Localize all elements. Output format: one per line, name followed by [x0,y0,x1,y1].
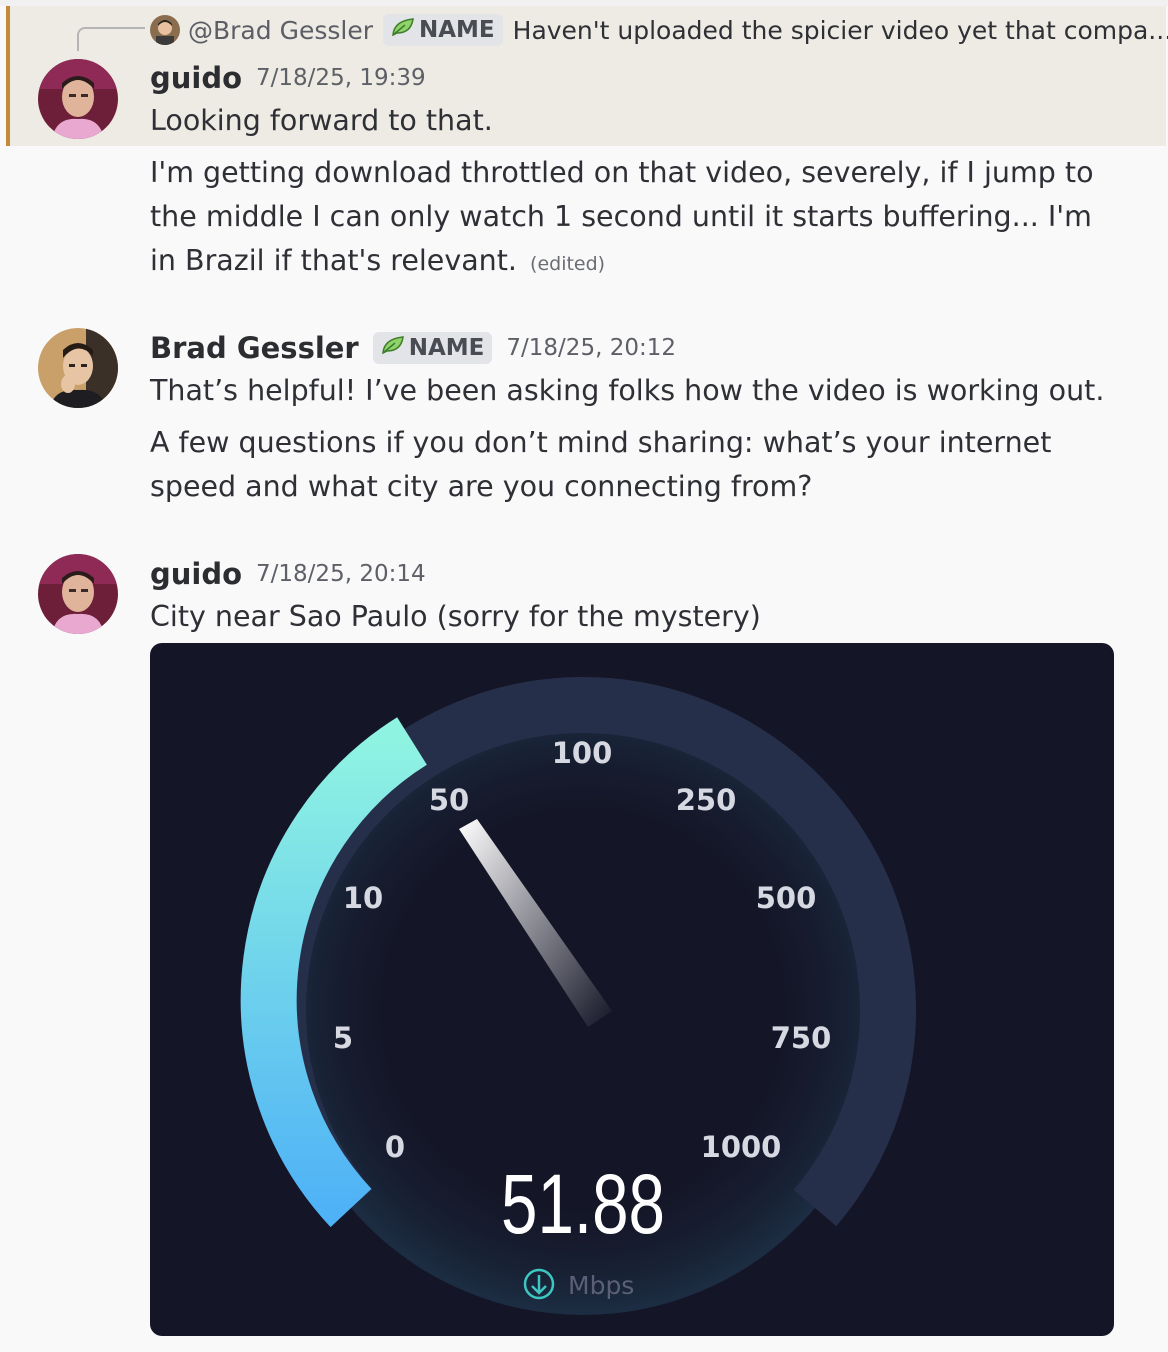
timestamp[interactable]: 7/18/25, 20:12 [506,335,676,361]
tick-label: 0 [385,1130,405,1164]
brad-gessler-avatar[interactable] [38,328,118,408]
username[interactable]: guido [150,61,242,95]
tick-label: 250 [676,783,737,817]
speed-value: 51.88 [501,1157,665,1251]
message-header: Brad Gessler NAME 7/18/25, 20:12 [150,328,676,368]
guido-avatar[interactable] [38,554,118,634]
leaf-icon [381,335,405,361]
speedtest-image[interactable]: 0 5 10 50 100 250 500 750 1000 51.88 Mbp… [150,643,1114,1336]
author-tag: NAME [372,332,493,364]
tick-label: 750 [771,1021,832,1055]
tick-label: 1000 [701,1130,782,1164]
tick-label: 500 [756,881,817,915]
message-header: guido 7/18/25, 20:14 [150,554,426,594]
edited-label: (edited) [530,253,606,275]
message-header: guido 7/18/25, 19:39 [150,58,426,98]
guido-avatar[interactable] [38,59,118,139]
speedometer-gauge: 0 5 10 50 100 250 500 750 1000 51.88 Mbp… [240,677,916,1315]
timestamp[interactable]: 7/18/25, 19:39 [256,65,426,91]
tag-label: NAME [418,17,495,43]
tick-label: 5 [333,1021,353,1055]
message-text: I'm getting download throttled on that v… [150,151,1110,286]
message-text: Looking forward to that. [150,104,493,137]
tick-label: 10 [343,881,383,915]
username[interactable]: Brad Gessler [150,331,359,365]
tag-label: NAME [408,335,485,361]
tick-label: 50 [429,783,469,817]
reply-preview[interactable]: Haven't uploaded the spicier video yet t… [513,16,1168,45]
message-text: That’s helpful! I’ve been asking folks h… [150,374,1105,407]
reply-author-tag: NAME [382,14,503,46]
reply-connector [77,27,145,51]
message-text: A few questions if you don’t mind sharin… [150,426,1052,503]
username[interactable]: guido [150,557,242,591]
message-body: I'm getting download throttled on that v… [150,156,1094,277]
speed-unit: Mbps [568,1271,634,1300]
reply-author[interactable]: @Brad Gessler [188,16,373,45]
reply-reference[interactable]: @Brad Gessler NAME Haven't uploaded the … [150,12,1168,48]
leaf-icon [391,17,415,43]
reply-avatar [150,15,180,45]
timestamp[interactable]: 7/18/25, 20:14 [256,561,426,587]
message-text: City near Sao Paulo (sorry for the myste… [150,600,761,633]
tick-label: 100 [552,736,613,770]
